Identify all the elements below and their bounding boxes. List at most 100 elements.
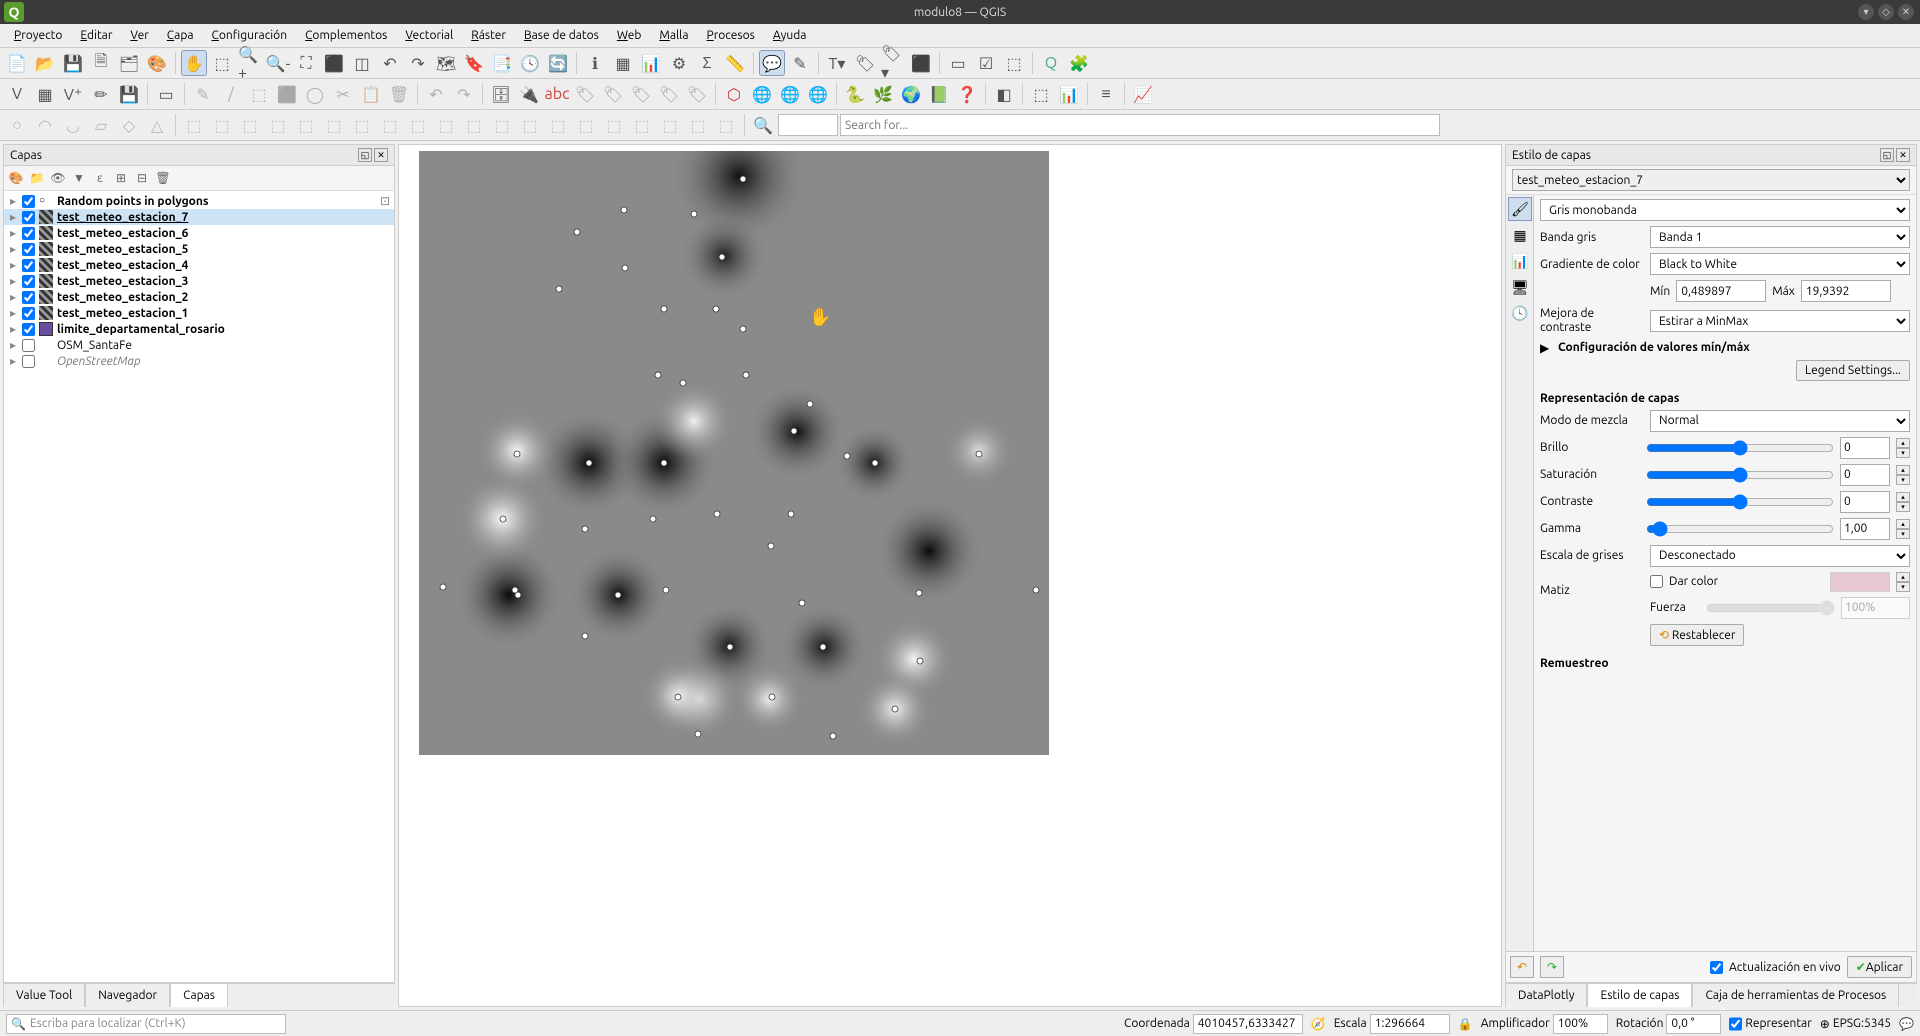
layout-manager-button[interactable]: 🗂 — [116, 50, 142, 76]
menu-editar[interactable]: Editar — [72, 27, 120, 44]
adv-tool-2[interactable]: ⬚ — [209, 112, 235, 138]
pan-button[interactable]: ✋ — [181, 50, 207, 76]
style-panel-float-button[interactable]: ◱ — [1880, 148, 1894, 162]
map-tips-button[interactable]: 💬 — [759, 50, 785, 76]
adv-tool-17[interactable]: ⬚ — [629, 112, 655, 138]
adv-tool-1[interactable]: ⬚ — [181, 112, 207, 138]
temporal-button[interactable]: 🕓 — [517, 50, 543, 76]
colorize-checkbox[interactable] — [1650, 575, 1663, 588]
edit-tool-1[interactable]: ✎ — [190, 81, 216, 107]
adv-tool-11[interactable]: ⬚ — [461, 112, 487, 138]
expand-icon[interactable]: ▸ — [8, 194, 18, 208]
adv-tool-19[interactable]: ⬚ — [685, 112, 711, 138]
layers-visibility-button[interactable]: 👁 — [49, 169, 67, 187]
adv-tool-15[interactable]: ⬚ — [573, 112, 599, 138]
adv-tool-13[interactable]: ⬚ — [517, 112, 543, 138]
menu-configuración[interactable]: Configuración — [204, 27, 296, 44]
label-toolbar-4[interactable]: 🏷 — [656, 81, 682, 107]
plugin-tool-1[interactable]: ◧ — [991, 81, 1017, 107]
menu-ayuda[interactable]: Ayuda — [765, 27, 815, 44]
edit-tool-7[interactable]: 📋 — [358, 81, 384, 107]
edit-tool-4[interactable]: ⬛ — [274, 81, 300, 107]
edit-tool-6[interactable]: ✂ — [330, 81, 356, 107]
shape-tool-1[interactable]: ○ — [4, 112, 30, 138]
processing-button[interactable]: 📗 — [926, 81, 952, 107]
shape-tool-5[interactable]: ◇ — [116, 112, 142, 138]
layer-visibility-checkbox[interactable] — [22, 323, 35, 336]
select-features-button[interactable]: ▭ — [945, 50, 971, 76]
dataplotly-button[interactable]: 📈 — [1130, 81, 1156, 107]
layer-visibility-checkbox[interactable] — [22, 195, 35, 208]
left-tab-capas[interactable]: Capas — [170, 983, 228, 1007]
python-button[interactable]: 🐍 — [842, 81, 868, 107]
menu-procesos[interactable]: Procesos — [699, 27, 763, 44]
style-manager-button[interactable]: 🎨 — [144, 50, 170, 76]
apply-button[interactable]: ✔Aplicar — [1847, 956, 1912, 978]
label-toolbar-3[interactable]: 🏷 — [628, 81, 654, 107]
expand-icon[interactable]: ▸ — [8, 226, 18, 240]
expand-icon[interactable]: ▸ — [8, 242, 18, 256]
zoom-out-button[interactable]: 🔍- — [265, 50, 291, 76]
new-bookmark-button[interactable]: 🔖 — [461, 50, 487, 76]
style-panel-close-button[interactable]: ✕ — [1896, 148, 1910, 162]
layer-visibility-checkbox[interactable] — [22, 291, 35, 304]
live-update-checkbox[interactable] — [1710, 961, 1723, 974]
menu-base-de-datos[interactable]: Base de datos — [516, 27, 607, 44]
new-print-layout-button[interactable]: 🗎 — [88, 50, 114, 76]
adv-tool-10[interactable]: ⬚ — [433, 112, 459, 138]
style-layer-select[interactable]: test_meteo_estacion_7 — [1512, 169, 1910, 191]
edit-tool-8[interactable]: 🗑 — [386, 81, 412, 107]
layer-row[interactable]: ▸○Random points in polygons⊡ — [4, 193, 394, 209]
min-input[interactable] — [1676, 280, 1766, 302]
plugin-tool-3[interactable]: 📊 — [1056, 81, 1082, 107]
menu-web[interactable]: Web — [609, 27, 650, 44]
db-manager-button[interactable]: 🗄 — [488, 81, 514, 107]
layer-row[interactable]: ▸OSM_SantaFe — [4, 337, 394, 353]
style-redo-button[interactable]: ↷ — [1540, 956, 1564, 978]
expand-icon[interactable]: ▸ — [8, 306, 18, 320]
menu-vectorial[interactable]: Vectorial — [397, 27, 461, 44]
statistics-button[interactable]: Σ — [694, 50, 720, 76]
menu-ráster[interactable]: Ráster — [463, 27, 514, 44]
diagram-button[interactable]: ⬛ — [908, 50, 934, 76]
adv-tool-20[interactable]: ⬚ — [713, 112, 739, 138]
expand-icon[interactable]: ▸ — [8, 338, 18, 352]
gamma-input[interactable] — [1840, 518, 1890, 540]
shape-tool-3[interactable]: ◡ — [60, 112, 86, 138]
menu-complementos[interactable]: Complementos — [297, 27, 395, 44]
layers-panel-close-button[interactable]: ✕ — [374, 148, 388, 162]
contrast-slider[interactable] — [1646, 494, 1834, 510]
contrast-input[interactable] — [1840, 491, 1890, 513]
pan-to-selection-button[interactable]: ⬚ — [209, 50, 235, 76]
zoom-next-button[interactable]: ↷ — [405, 50, 431, 76]
adv-tool-14[interactable]: ⬚ — [545, 112, 571, 138]
right-tab-caja-de-herramientas-de-procesos[interactable]: Caja de herramientas de Procesos — [1692, 983, 1899, 1007]
expand-icon[interactable]: ▸ — [8, 274, 18, 288]
data-source-button[interactable]: 🔌 — [516, 81, 542, 107]
edit-tool-5[interactable]: ◯ — [302, 81, 328, 107]
label-toolbar-5[interactable]: 🏷 — [684, 81, 710, 107]
layers-expression-button[interactable]: ε — [91, 169, 109, 187]
menu-ver[interactable]: Ver — [122, 27, 156, 44]
zoom-full-button[interactable]: ⛶ — [293, 50, 319, 76]
gamma-down[interactable]: ▾ — [1896, 529, 1910, 539]
shape-tool-2[interactable]: ◠ — [32, 112, 58, 138]
expand-icon[interactable]: ▸ — [8, 290, 18, 304]
refresh-button[interactable]: 🔄 — [545, 50, 571, 76]
polygon-tool-button[interactable]: ⬡ — [721, 81, 747, 107]
layer-row[interactable]: ▸test_meteo_estacion_7 — [4, 209, 394, 225]
toolbox-button[interactable]: ⚙ — [666, 50, 692, 76]
expand-icon[interactable]: ▸ — [8, 258, 18, 272]
zoom-in-button[interactable]: 🔍+ — [237, 50, 263, 76]
new-map-view-button[interactable]: 🗺 — [433, 50, 459, 76]
current-edits-button[interactable]: ▭ — [153, 81, 179, 107]
right-tab-estilo-de-capas[interactable]: Estilo de capas — [1587, 983, 1692, 1007]
layer-row[interactable]: ▸test_meteo_estacion_4 — [4, 257, 394, 273]
toggle-editing-button[interactable]: ✏ — [88, 81, 114, 107]
grass-button[interactable]: 🌿 — [870, 81, 896, 107]
label-toolbar-1[interactable]: 🏷 — [572, 81, 598, 107]
layer-row[interactable]: ▸test_meteo_estacion_3 — [4, 273, 394, 289]
messages-icon[interactable]: 💬 — [1899, 1017, 1914, 1031]
adv-tool-5[interactable]: ⬚ — [293, 112, 319, 138]
layer-row[interactable]: ▸limite_departamental_rosario — [4, 321, 394, 337]
